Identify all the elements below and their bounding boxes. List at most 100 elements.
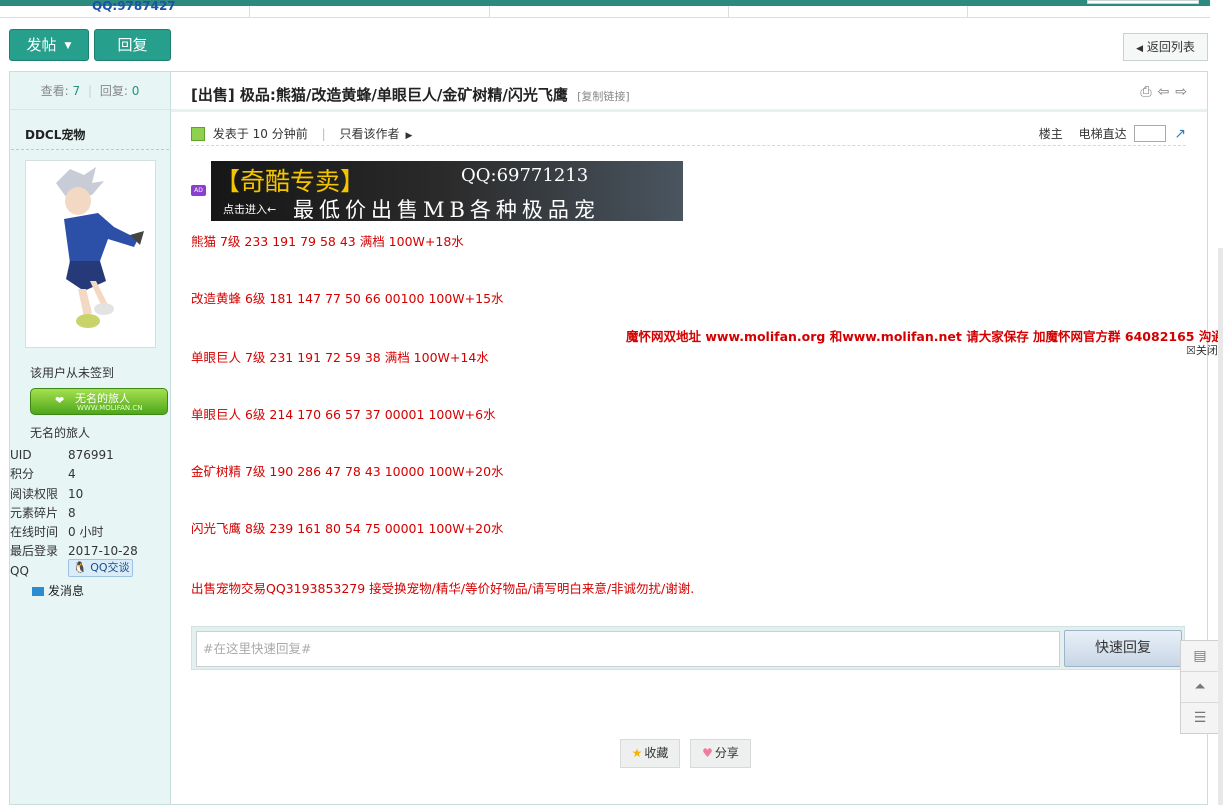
user-info-row: 阅读权限 10	[10, 485, 170, 504]
quick-reply-button[interactable]: 快速回复	[1064, 630, 1182, 667]
favorite-button[interactable]: ★ 收藏	[620, 739, 680, 768]
ad-banner[interactable]: 【奇酷专卖】 QQ:69771213 点击进入← 最低价出售MB各种极品宠	[211, 161, 683, 221]
header-qq: QQ:9787427	[92, 0, 176, 13]
quick-reply-input[interactable]: #在这里快速回复#	[196, 631, 1060, 667]
post-title: [出售] 极品:熊猫/改造黄蜂/单眼巨人/金矿树精/闪光飞鹰 [复制链接]	[191, 84, 630, 105]
back-to-top-icon[interactable]: ⏶	[1181, 672, 1219, 703]
info-value: 876991	[68, 448, 114, 462]
close-icon: ☒	[1186, 344, 1196, 357]
user-group[interactable]: 无名的旅人	[30, 424, 90, 441]
banner-slogan: 最低价出售MB各种极品宠	[293, 198, 600, 221]
header-cell	[968, 6, 1210, 18]
post-time: 发表于 10 分钟前	[212, 127, 308, 141]
info-value: 4	[68, 467, 76, 482]
post-line: 单眼巨人 6级 214 170 66 57 37 00001 100W+6水	[191, 407, 496, 422]
site-notice[interactable]: 魔怀网双地址 www.molifan.org 和www.molifan.net …	[626, 326, 1223, 345]
back-to-list-button[interactable]: ◀ 返回列表	[1123, 33, 1208, 61]
prev-arrow-icon[interactable]: ⇦	[1158, 84, 1176, 100]
floor-go-icon[interactable]: ↗	[1174, 126, 1186, 142]
heart-icon: ♥	[702, 746, 713, 760]
user-medal: ❤ 无名的旅人 WWW.MOLIFAN.CN	[30, 388, 168, 415]
checkin-status: 该用户从未签到	[30, 366, 115, 380]
divider	[171, 109, 1207, 112]
thread-stats: 查看: 7 | 回复: 0	[10, 72, 170, 110]
post-line: 金矿树精 7级 190 286 47 78 43 10000 100W+20水	[191, 464, 504, 479]
envelope-icon	[32, 587, 44, 596]
banner-title: 【奇酷专卖】	[215, 167, 366, 196]
qq-penguin-icon: 🐧	[73, 561, 87, 574]
print-icon[interactable]: ⎙	[1140, 84, 1157, 100]
quick-reply-box: #在这里快速回复# 快速回复	[191, 626, 1185, 670]
favorite-label: 收藏	[644, 746, 669, 760]
share-label: 分享	[714, 746, 739, 760]
info-value: 10	[68, 486, 84, 501]
page-scrollbar[interactable]	[1218, 248, 1223, 805]
caret-down-icon: ▼	[64, 41, 72, 51]
star-icon: ★	[631, 746, 643, 760]
new-post-label: 发帖	[26, 36, 57, 54]
close-notice-button[interactable]: ☒关闭	[1186, 342, 1218, 358]
avatar[interactable]	[25, 160, 156, 348]
ad-tag: AD	[191, 185, 206, 196]
post-line: 单眼巨人 7级 231 191 72 59 38 满档 100W+14水	[191, 350, 489, 365]
copy-link-button[interactable]: [复制链接]	[577, 90, 630, 103]
stats-divider: |	[87, 84, 93, 98]
send-message-label: 发消息	[48, 584, 85, 598]
post-title-text: [出售] 极品:熊猫/改造黄蜂/单眼巨人/金矿树精/闪光飞鹰	[191, 86, 568, 104]
header-cell	[490, 6, 729, 18]
chat-icon[interactable]: ▤	[1181, 641, 1219, 672]
author-sidebar: 查看: 7 | 回复: 0 DDCL宠物 该用户从未签到 ❤ 无名的旅人 WWW…	[9, 71, 171, 805]
floating-toolbar: ▤ ⏶ ☰	[1180, 640, 1220, 734]
meta-divider: |	[321, 127, 326, 141]
header-strip: QQ:9787427	[0, 0, 1223, 18]
info-key: 积分	[10, 467, 35, 482]
post-meta: 发表于 10 分钟前 | 只看该作者 ▶ 楼主 电梯直达 ↗	[191, 124, 1186, 146]
info-key: UID	[10, 448, 32, 462]
post-line: 闪光飞鹰 8级 239 161 80 54 75 00001 100W+20水	[191, 521, 504, 536]
floor-jump-input[interactable]	[1134, 125, 1167, 142]
back-to-list-label: 返回列表	[1146, 40, 1195, 54]
user-info-row: UID 876991	[10, 446, 170, 465]
info-value: 0 小时	[68, 525, 104, 540]
header-cell	[250, 6, 490, 18]
post-main: [出售] 极品:熊猫/改造黄蜂/单眼巨人/金矿树精/闪光飞鹰 [复制链接] ⎙⇦…	[171, 71, 1208, 805]
close-notice-label: 关闭	[1195, 344, 1218, 357]
header-search-input[interactable]	[1087, 0, 1199, 4]
avatar-image	[26, 161, 155, 347]
reply-button[interactable]: 回复	[94, 29, 171, 61]
replies-count: 0	[131, 84, 140, 98]
qq-chat-button[interactable]: 🐧 QQ交谈	[68, 559, 133, 577]
info-key: 元素碎片	[10, 505, 59, 520]
only-author-link[interactable]: 只看该作者	[339, 127, 399, 141]
replies-label: 回复:	[99, 84, 128, 98]
floor-controls: 楼主 电梯直达 ↗	[1039, 124, 1186, 144]
new-post-button[interactable]: 发帖 ▼	[9, 29, 89, 61]
info-value: 8	[68, 505, 76, 520]
floor-jump-label: 电梯直达	[1078, 127, 1127, 141]
banner-qq: QQ:69771213	[461, 165, 589, 186]
banner-enter: 点击进入←	[223, 203, 277, 216]
info-key: 在线时间	[10, 525, 59, 540]
header-cell	[729, 6, 968, 18]
send-message-link[interactable]: 发消息	[32, 582, 84, 599]
divider	[11, 149, 169, 150]
info-key: 最后登录	[10, 544, 59, 559]
medal-subtitle: WWW.MOLIFAN.CN	[77, 404, 143, 412]
next-arrow-icon[interactable]: ⇨	[1175, 84, 1193, 100]
views-label: 查看:	[40, 84, 69, 98]
author-name[interactable]: DDCL宠物	[25, 126, 85, 143]
heart-icon: ❤	[55, 394, 65, 407]
triangle-right-icon: ▶	[405, 131, 413, 141]
post-tools: ⎙⇦⇨	[1140, 84, 1193, 100]
post-line: 熊猫 7级 233 191 79 58 43 满档 100W+18水	[191, 234, 464, 249]
post-line: 出售宠物交易QQ3193853279 接受换宠物/精华/等价好物品/请写明白来意…	[191, 581, 695, 596]
reply-label: 回复	[117, 36, 148, 54]
qq-chat-label: QQ交谈	[90, 561, 130, 574]
user-info-row: 积分 4	[10, 465, 170, 484]
list-icon[interactable]: ☰	[1181, 703, 1219, 734]
user-info-row: 在线时间 0 小时	[10, 523, 170, 542]
info-key: QQ	[10, 563, 29, 578]
triangle-left-icon: ◀	[1136, 44, 1144, 54]
share-button[interactable]: ♥ 分享	[690, 739, 751, 768]
online-status-icon	[191, 127, 205, 141]
